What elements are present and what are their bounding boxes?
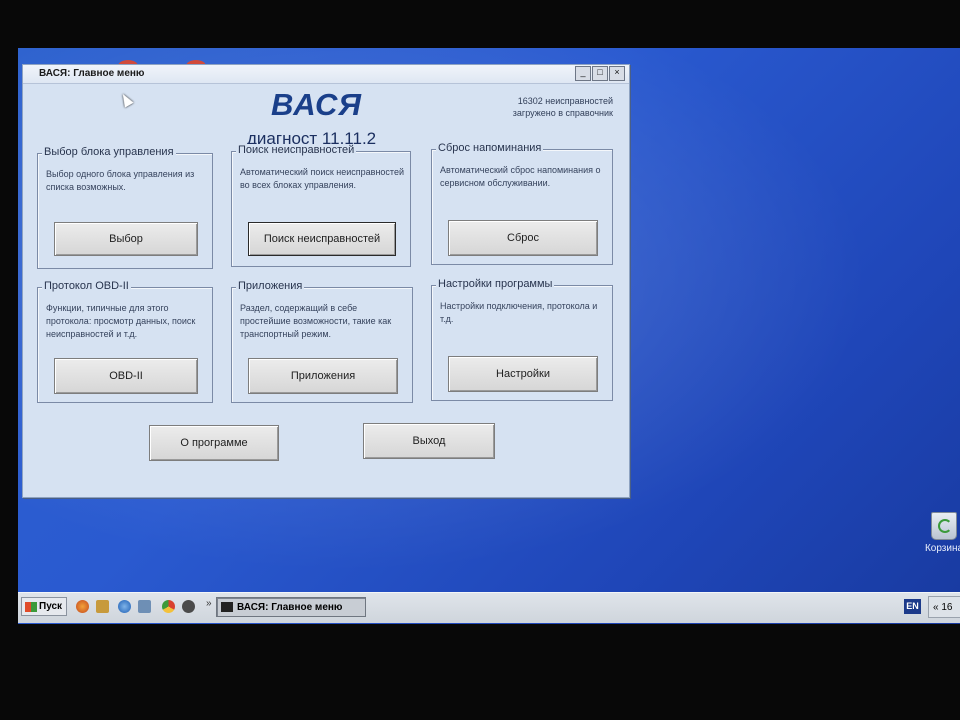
- media-player-icon[interactable]: [182, 600, 195, 613]
- desktop-screen: ВАСЯ: Главное меню _ □ × ВАСЯ диагност 1…: [18, 48, 960, 624]
- faults-info: 16302 неисправностей загружено в справоч…: [453, 95, 613, 119]
- quick-launch-more-icon[interactable]: »: [206, 598, 212, 609]
- app-window-icon: [221, 602, 233, 612]
- about-button[interactable]: О программе: [149, 425, 279, 461]
- faults-loaded: загружено в справочник: [512, 108, 613, 118]
- group-title: Сброс напоминания: [436, 142, 544, 154]
- faults-count: 16302 неисправностей: [517, 96, 613, 106]
- chrome-icon[interactable]: [162, 600, 175, 613]
- group-title: Поиск неисправностей: [236, 144, 357, 156]
- applications-button[interactable]: Приложения: [248, 358, 398, 394]
- group-title: Приложения: [236, 280, 305, 292]
- start-button[interactable]: Пуск: [21, 597, 67, 616]
- settings-button[interactable]: Настройки: [448, 356, 598, 392]
- close-button[interactable]: ×: [609, 66, 625, 81]
- group-description: Раздел, содержащий в себе простейшие воз…: [240, 303, 392, 339]
- group-title: Протокол OBD-II: [42, 280, 131, 292]
- obd2-button[interactable]: OBD-II: [54, 358, 198, 394]
- network-icon[interactable]: [138, 600, 151, 613]
- group-description: Функции, типичные для этого протокола: п…: [46, 303, 196, 339]
- internet-explorer-icon[interactable]: [118, 600, 131, 613]
- system-tray-clock[interactable]: « 16: [928, 596, 960, 618]
- group-description: Автоматический сброс напоминания о серви…: [440, 165, 601, 188]
- group-title: Настройки программы: [436, 278, 555, 290]
- start-label: Пуск: [39, 601, 63, 612]
- app-name: ВАСЯ: [271, 87, 363, 122]
- recycle-bin[interactable]: Корзина: [924, 512, 960, 554]
- language-indicator[interactable]: EN: [904, 599, 921, 614]
- group-obd2: Протокол OBD-II Функции, типичные для эт…: [37, 280, 213, 403]
- group-fault-search: Поиск неисправностей Автоматический поис…: [231, 144, 411, 267]
- taskbar-window-button[interactable]: ВАСЯ: Главное меню: [216, 597, 366, 617]
- exit-button[interactable]: Выход: [363, 423, 495, 459]
- taskbar-window-label: ВАСЯ: Главное меню: [237, 601, 343, 613]
- reset-button[interactable]: Сброс: [448, 220, 598, 256]
- group-applications: Приложения Раздел, содержащий в себе про…: [231, 280, 413, 403]
- taskbar: Пуск » ВАСЯ: Главное меню EN « 16: [18, 592, 960, 623]
- tools-icon[interactable]: [96, 600, 109, 613]
- fault-search-button[interactable]: Поиск неисправностей: [248, 222, 396, 256]
- window-titlebar[interactable]: ВАСЯ: Главное меню _ □ ×: [23, 65, 629, 84]
- group-select-unit: Выбор блока управления Выбор одного блок…: [37, 146, 213, 269]
- minimize-button[interactable]: _: [575, 66, 591, 81]
- mouse-cursor: [118, 91, 134, 108]
- recycle-bin-icon: [931, 512, 957, 540]
- group-description: Выбор одного блока управления из списка …: [46, 169, 195, 192]
- group-program-settings: Настройки программы Настройки подключени…: [431, 278, 613, 401]
- group-title: Выбор блока управления: [42, 146, 176, 158]
- window-title: ВАСЯ: Главное меню: [39, 68, 145, 79]
- recycle-bin-label: Корзина: [924, 543, 960, 554]
- select-button[interactable]: Выбор: [54, 222, 198, 256]
- group-reset-reminder: Сброс напоминания Автоматический сброс н…: [431, 142, 613, 265]
- windows-flag-icon: [25, 601, 37, 612]
- maximize-button[interactable]: □: [592, 66, 608, 81]
- group-description: Автоматический поиск неисправностей во в…: [240, 167, 404, 190]
- firefox-icon[interactable]: [76, 600, 89, 613]
- main-window: ВАСЯ: Главное меню _ □ × ВАСЯ диагност 1…: [22, 64, 630, 498]
- window-controls: _ □ ×: [575, 66, 625, 81]
- group-description: Настройки подключения, протокола и т.д.: [440, 301, 598, 324]
